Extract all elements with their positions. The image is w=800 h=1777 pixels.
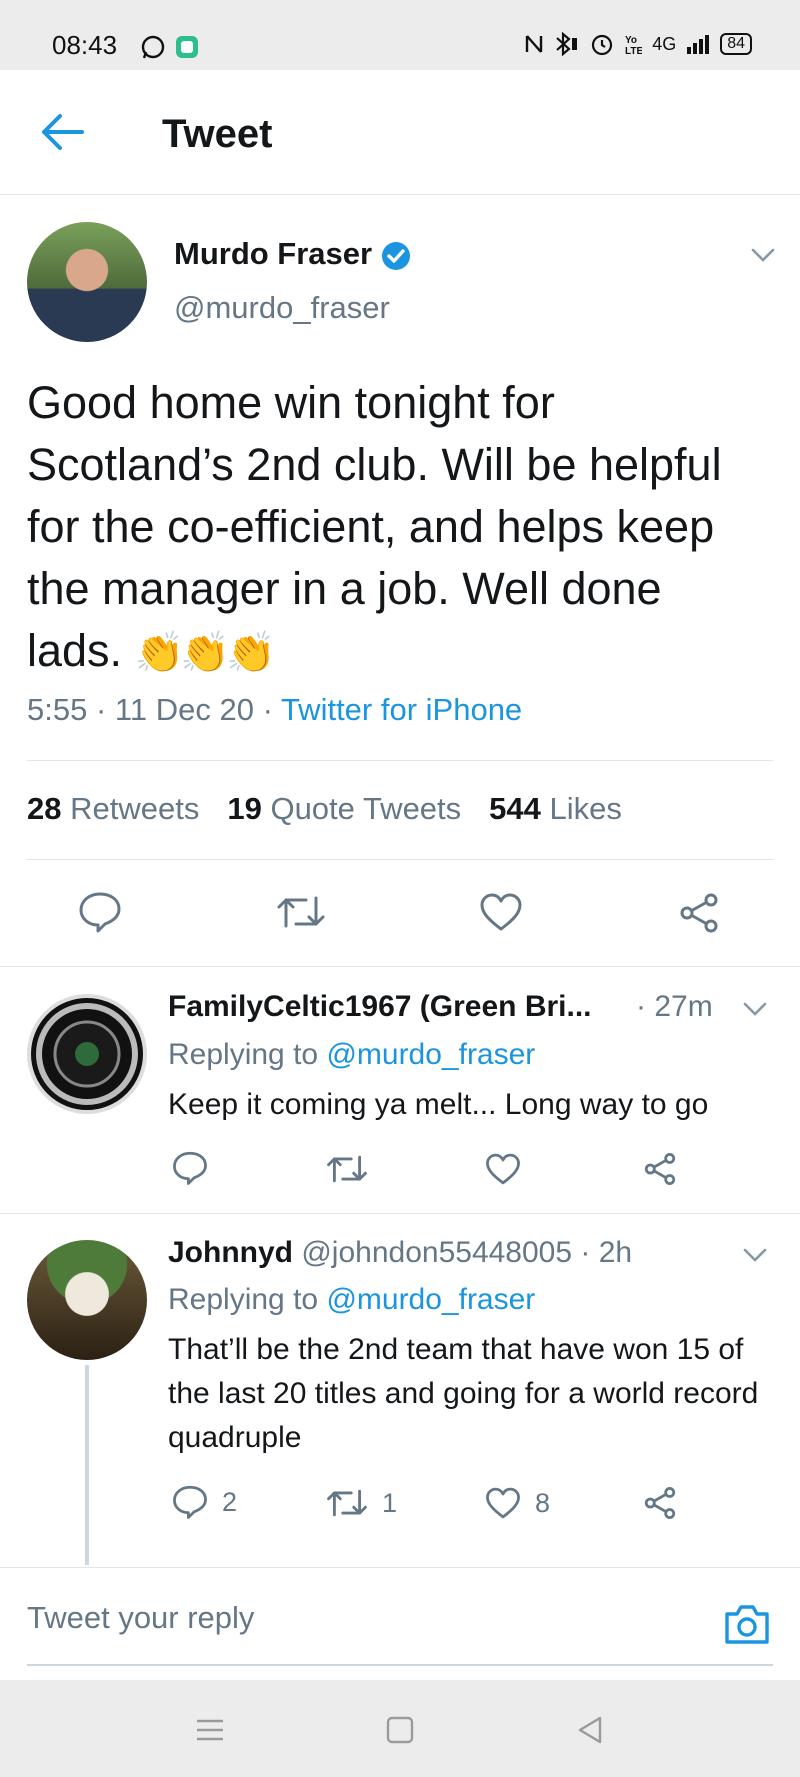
tweet-stats: 28 Retweets 19 Quote Tweets 544 Likes bbox=[27, 791, 622, 827]
retweets-label: Retweets bbox=[70, 791, 200, 826]
replying-to-handle[interactable]: @murdo_fraser bbox=[326, 1038, 535, 1071]
reply-author-display: Johnnyd bbox=[168, 1236, 293, 1269]
whatsapp-icon bbox=[141, 35, 165, 59]
replying-to: Replying to @murdo_fraser bbox=[168, 1283, 535, 1317]
chevron-down-icon[interactable] bbox=[742, 1246, 768, 1264]
likes-stat[interactable]: 544 Likes bbox=[489, 791, 622, 827]
author-name[interactable]: Murdo Fraser bbox=[174, 236, 372, 272]
reply-text: That’ll be the 2nd team that have won 15… bbox=[168, 1333, 759, 1454]
tweet-time: 5:55 bbox=[27, 692, 88, 727]
meta-separator: · bbox=[262, 692, 273, 727]
chevron-down-icon[interactable] bbox=[742, 1000, 768, 1018]
replying-to: Replying to @murdo_fraser bbox=[168, 1038, 535, 1072]
svg-text:LTE: LTE bbox=[625, 46, 642, 56]
network-type: 4G bbox=[652, 33, 677, 54]
reply-icon[interactable] bbox=[172, 1150, 208, 1186]
avatar[interactable] bbox=[27, 222, 147, 342]
chevron-down-icon[interactable] bbox=[750, 246, 776, 264]
quotes-count: 19 bbox=[227, 791, 262, 826]
replying-to-label: Replying to bbox=[168, 1038, 319, 1071]
divider bbox=[27, 859, 773, 860]
quotes-label: Quote Tweets bbox=[270, 791, 462, 826]
quote-tweets-stat[interactable]: 19 Quote Tweets bbox=[227, 791, 461, 827]
camera-icon[interactable] bbox=[723, 1602, 771, 1646]
thread-line bbox=[85, 1365, 89, 1565]
battery-icon: 84 bbox=[720, 33, 752, 55]
share-icon[interactable] bbox=[643, 1486, 677, 1520]
status-bar: 08:43 Yo LTE 4G 84 bbox=[0, 0, 800, 70]
tweet-text: Good home win tonight for Scotland’s 2nd… bbox=[27, 372, 767, 684]
author-handle[interactable]: @murdo_fraser bbox=[174, 290, 390, 326]
heart-icon bbox=[486, 1487, 520, 1519]
status-left-icons bbox=[140, 34, 200, 60]
like-count: 8 bbox=[535, 1487, 551, 1518]
clapping-emoji: 👏👏👏 bbox=[134, 631, 276, 675]
retweets-stat[interactable]: 28 Retweets bbox=[27, 791, 199, 827]
reply-author-handle: @johndon55448005 bbox=[301, 1236, 573, 1269]
reply-input[interactable]: Tweet your reply bbox=[27, 1600, 254, 1636]
alarm-icon bbox=[592, 34, 613, 56]
status-right-icons: Yo LTE 4G 84 bbox=[524, 32, 752, 56]
page-title: Tweet bbox=[162, 112, 273, 156]
replying-to-handle[interactable]: @murdo_fraser bbox=[326, 1283, 535, 1316]
system-nav-bar bbox=[0, 1680, 800, 1777]
divider bbox=[27, 760, 773, 761]
meta-separator: · bbox=[95, 692, 107, 727]
home-square-icon[interactable] bbox=[380, 1710, 420, 1750]
replying-to-label: Replying to bbox=[168, 1283, 319, 1316]
arrow-left-icon[interactable] bbox=[40, 112, 86, 152]
volte-icon: YoLTE bbox=[625, 35, 642, 56]
retweet-action[interactable]: 1 bbox=[326, 1486, 397, 1520]
celtic-crest-icon bbox=[36, 1003, 138, 1105]
like-action[interactable]: 8 bbox=[485, 1486, 550, 1520]
reply-author-name[interactable]: Johnnyd @johndon55448005 · 2h bbox=[168, 1236, 632, 1270]
avatar[interactable] bbox=[27, 994, 147, 1114]
heart-icon[interactable] bbox=[485, 1152, 521, 1186]
share-icon[interactable] bbox=[678, 892, 720, 934]
retweet-icon bbox=[327, 1489, 367, 1517]
divider bbox=[0, 966, 800, 967]
app-header: Tweet bbox=[0, 70, 800, 195]
tweet-body: Good home win tonight for Scotland’s 2nd… bbox=[27, 377, 722, 676]
verified-badge-icon bbox=[382, 242, 410, 270]
retweet-count: 1 bbox=[382, 1487, 398, 1518]
reply-count: 2 bbox=[222, 1486, 238, 1517]
heart-icon[interactable] bbox=[479, 892, 523, 932]
divider bbox=[0, 1213, 800, 1214]
likes-label: Likes bbox=[549, 791, 622, 826]
likes-count: 544 bbox=[489, 791, 541, 826]
signal-icon bbox=[687, 35, 710, 54]
tweet-meta: 5:55 · 11 Dec 20 · Twitter for iPhone bbox=[27, 692, 522, 728]
retweets-count: 28 bbox=[27, 791, 62, 826]
tweet-date: 11 Dec 20 bbox=[114, 692, 254, 727]
reply-author-name[interactable]: FamilyCeltic1967 (Green Bri... bbox=[168, 990, 592, 1024]
status-time: 08:43 bbox=[52, 30, 118, 60]
reply-action[interactable]: 2 bbox=[172, 1484, 237, 1520]
retweet-icon[interactable] bbox=[276, 892, 326, 932]
reply-text: Keep it coming ya melt... Long way to go bbox=[168, 1088, 709, 1121]
avatar[interactable] bbox=[27, 1240, 147, 1360]
menu-icon[interactable] bbox=[190, 1710, 230, 1750]
svg-text:Yo: Yo bbox=[625, 35, 637, 46]
back-triangle-icon[interactable] bbox=[570, 1710, 610, 1750]
divider bbox=[0, 1567, 800, 1568]
bluetooth-icon bbox=[556, 32, 578, 56]
share-icon[interactable] bbox=[643, 1152, 677, 1186]
reply-input-underline bbox=[27, 1664, 773, 1666]
reply-icon bbox=[173, 1485, 207, 1519]
nfc-icon bbox=[525, 35, 543, 53]
reply-time: · 27m bbox=[636, 990, 713, 1023]
tweet-source-link[interactable]: Twitter for iPhone bbox=[281, 692, 522, 727]
reply-time: · 2h bbox=[580, 1236, 633, 1269]
retweet-icon[interactable] bbox=[326, 1152, 368, 1186]
app-notification-icon bbox=[176, 36, 198, 58]
reply-icon[interactable] bbox=[78, 890, 122, 934]
